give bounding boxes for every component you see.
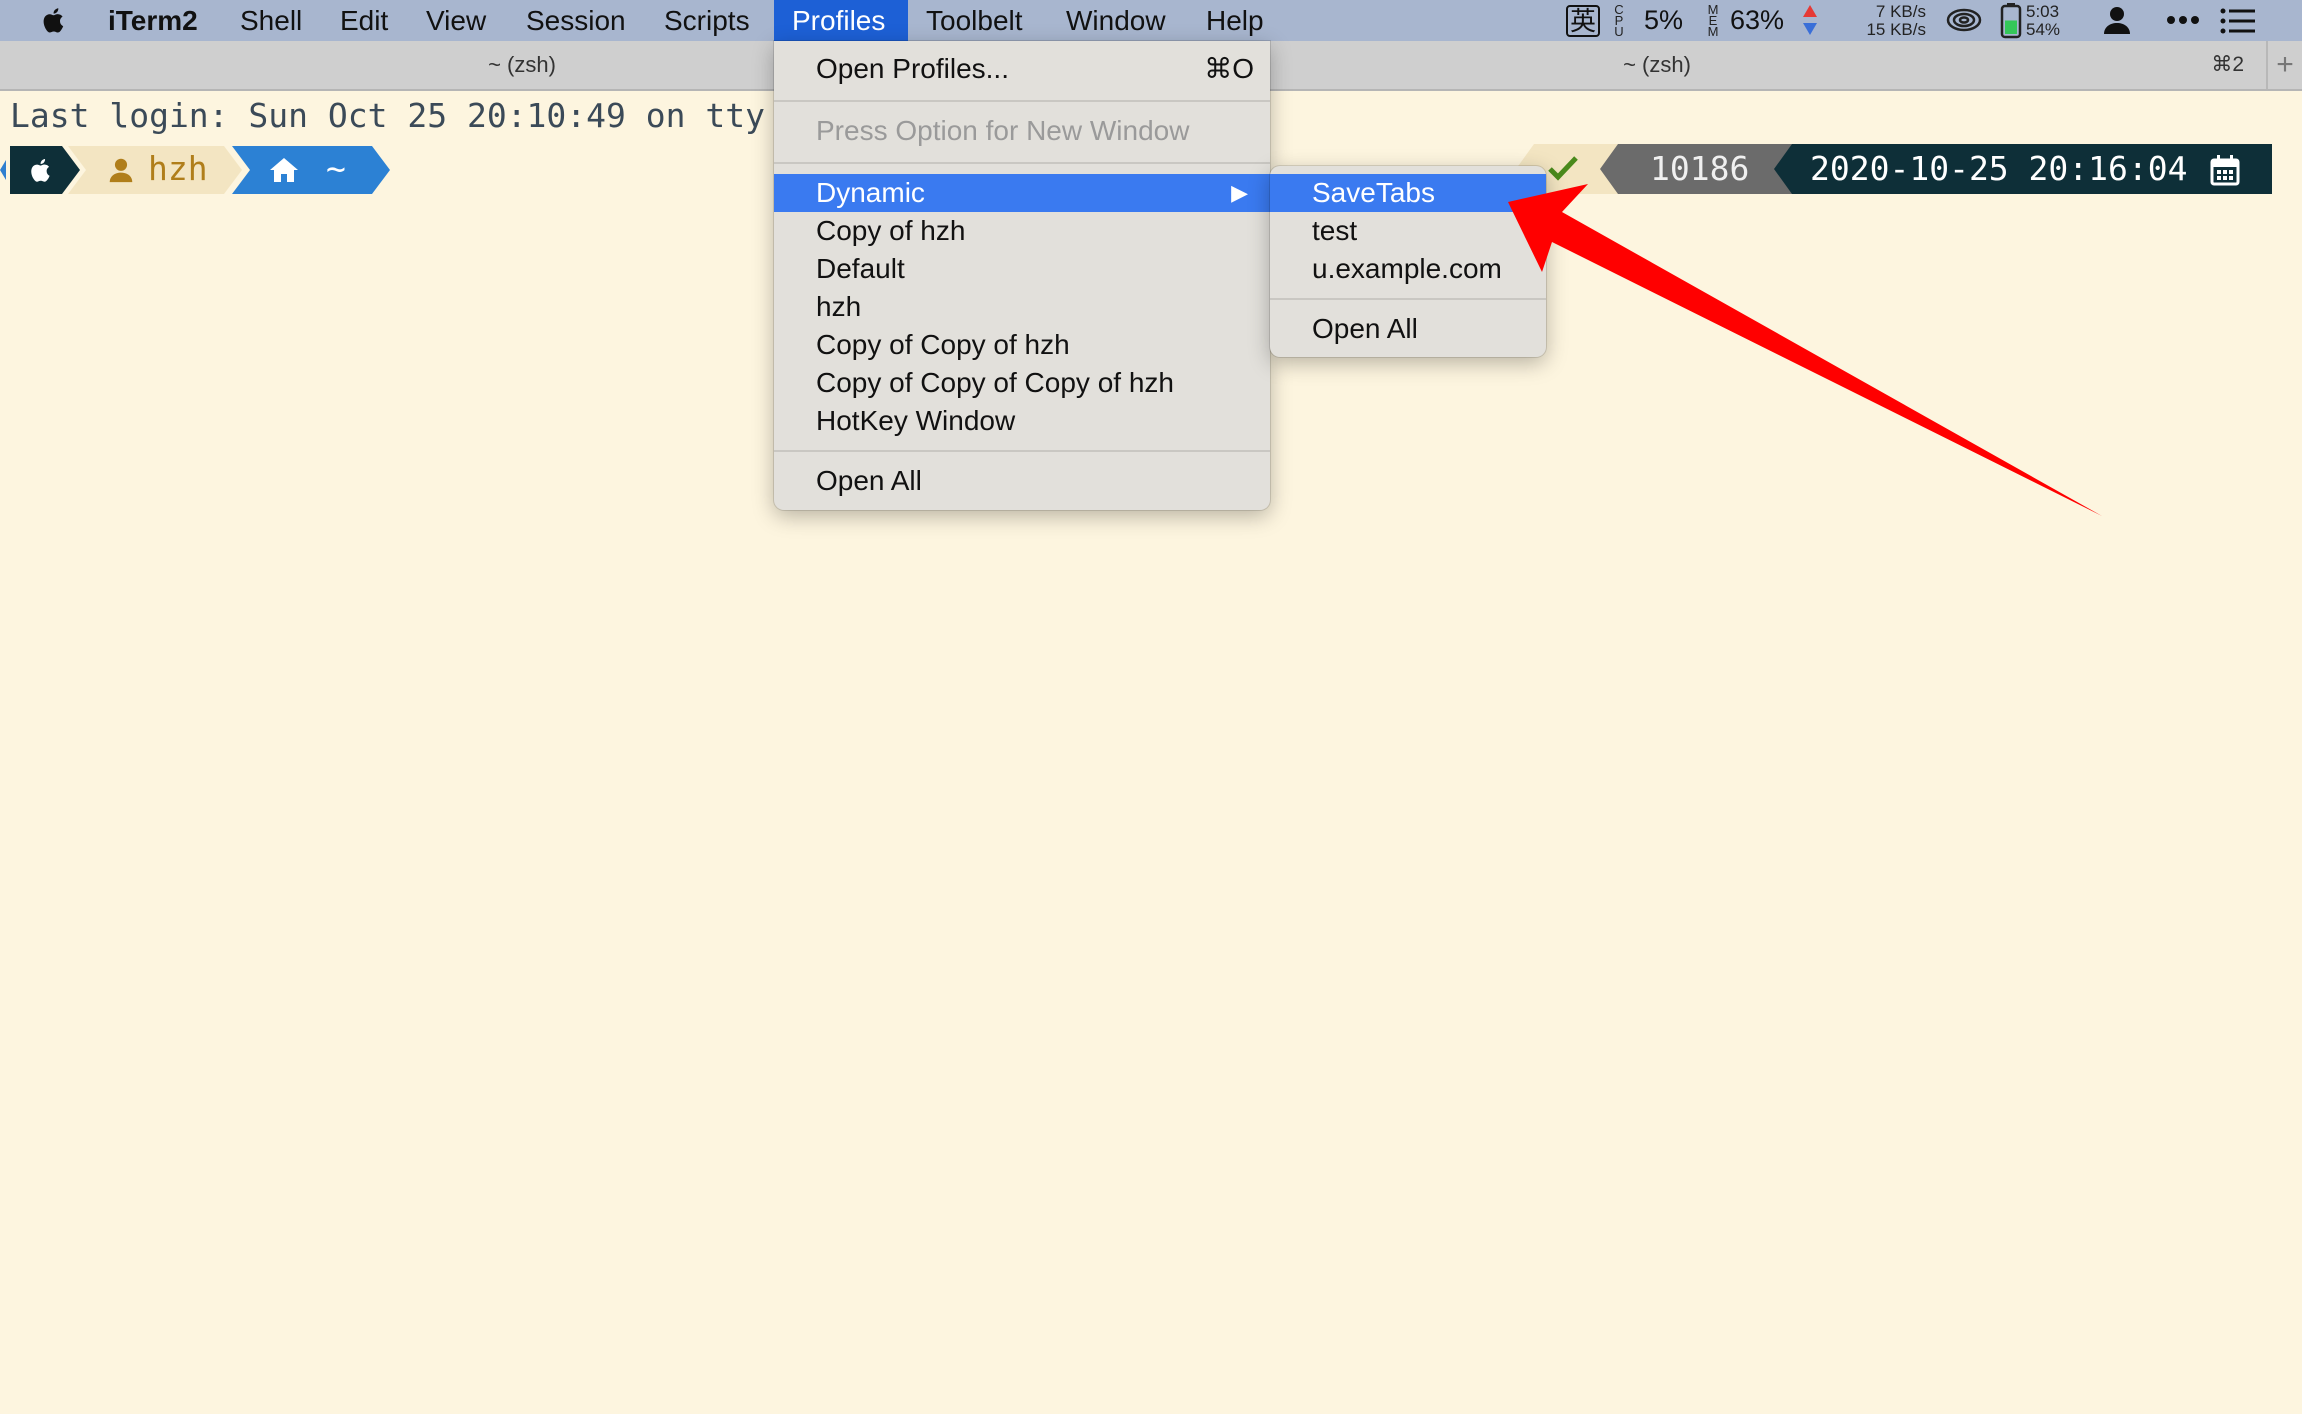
annotation-arrow	[1508, 184, 2102, 516]
